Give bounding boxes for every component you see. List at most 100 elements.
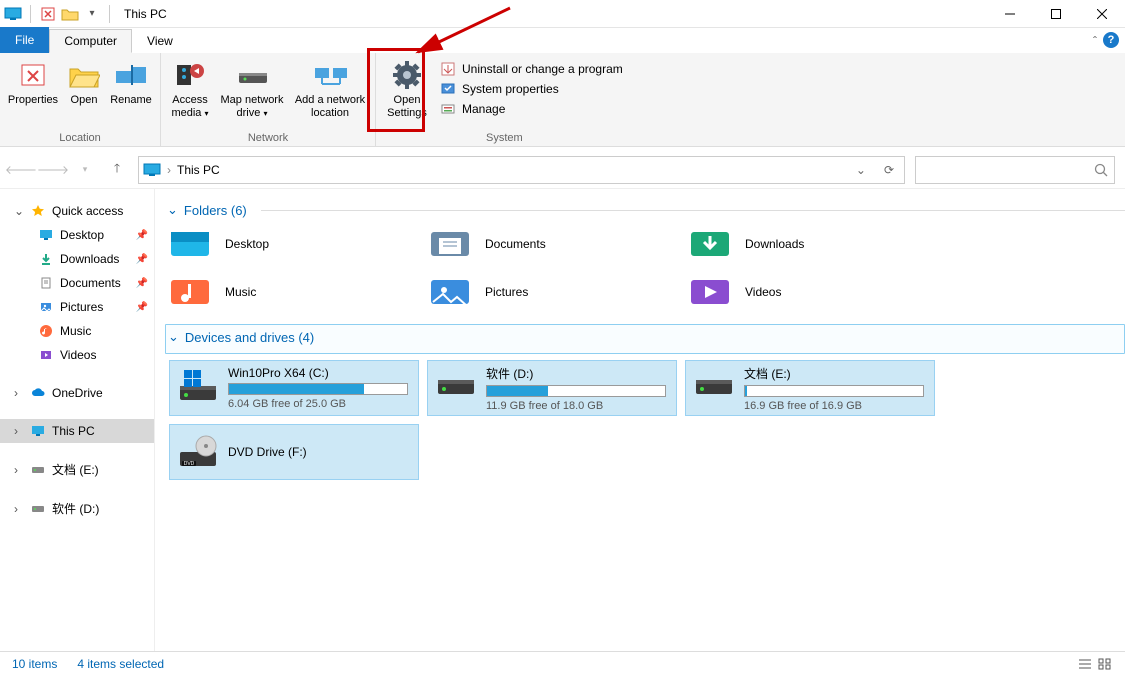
drive-icon: DVD (178, 434, 218, 470)
navigation-pane[interactable]: ⌄ Quick access Desktop 📌 Downloads 📌 Doc… (0, 189, 155, 651)
tab-file[interactable]: File (0, 27, 49, 53)
open-folder-icon (67, 59, 101, 91)
folder-item[interactable]: Documents (429, 226, 669, 262)
collapse-ribbon-icon[interactable]: ˆ (1093, 34, 1097, 48)
drive-name: 文档 (E:) (744, 365, 926, 382)
large-icons-view-button[interactable] (1097, 657, 1113, 671)
system-properties-icon (440, 81, 456, 97)
manage-button[interactable]: Manage (440, 101, 623, 117)
pin-icon: 📌 (136, 278, 148, 289)
folder-label: Desktop (225, 237, 269, 251)
drive-item[interactable]: 软件 (D:)11.9 GB free of 18.0 GB (427, 360, 677, 416)
map-drive-button[interactable]: Map network drive ▾ (215, 55, 289, 124)
ribbon-tabs: File Computer View ˆ ? (0, 28, 1125, 53)
drive-free-label: 6.04 GB free of 25.0 GB (228, 398, 410, 410)
drive-item[interactable]: DVDDVD Drive (F:) (169, 424, 419, 480)
chevron-down-icon[interactable]: ⌄ (168, 329, 179, 345)
pc-icon (143, 161, 161, 179)
drive-usage-bar (744, 385, 924, 397)
drive-item[interactable]: 文档 (E:) 16.9 GB free of 16.9 GB (685, 360, 935, 416)
open-button[interactable]: Open (62, 55, 106, 111)
sidebar-label: Videos (60, 348, 96, 362)
sidebar-item-this-pc[interactable]: › This PC (0, 419, 154, 443)
folder-qat-icon[interactable] (61, 5, 79, 23)
search-box[interactable] (915, 156, 1115, 184)
sidebar-item-pictures[interactable]: Pictures 📌 (0, 295, 154, 319)
folder-label: Documents (485, 237, 546, 251)
title-bar: ▾ This PC (0, 0, 1125, 28)
tab-computer[interactable]: Computer (49, 29, 132, 53)
cloud-icon (30, 385, 46, 401)
chevron-down-icon[interactable]: ⌄ (167, 202, 178, 218)
drive-item[interactable]: Win10Pro X64 (C:)6.04 GB free of 25.0 GB (169, 360, 419, 416)
pc-icon (4, 5, 22, 23)
history-dropdown[interactable]: ▾ (74, 159, 96, 181)
add-network-location-button[interactable]: Add a network location (289, 55, 371, 124)
maximize-button[interactable] (1033, 0, 1079, 28)
sidebar-label: Quick access (52, 204, 123, 218)
system-small-buttons: Uninstall or change a program System pro… (434, 55, 629, 124)
window-title: This PC (124, 7, 167, 21)
drive-free-label: 16.9 GB free of 16.9 GB (744, 400, 926, 412)
rename-button[interactable]: Rename (106, 55, 156, 111)
folder-icon (429, 226, 471, 262)
system-properties-button[interactable]: System properties (440, 81, 623, 97)
sidebar-item-onedrive[interactable]: › OneDrive (0, 381, 154, 405)
sidebar-label: This PC (52, 424, 95, 438)
close-button[interactable] (1079, 0, 1125, 28)
content-area: ⌄ Quick access Desktop 📌 Downloads 📌 Doc… (0, 189, 1125, 651)
folder-label: Downloads (745, 237, 804, 251)
sidebar-item-desktop[interactable]: Desktop 📌 (0, 223, 154, 247)
chevron-right-icon[interactable]: › (14, 502, 24, 516)
search-icon[interactable] (1094, 163, 1108, 177)
help-icon[interactable]: ? (1103, 32, 1119, 48)
folder-item[interactable]: Pictures (429, 274, 669, 310)
main-pane[interactable]: ⌄ Folders (6) Desktop Documents Downloads M… (155, 189, 1125, 651)
pin-icon: 📌 (136, 302, 148, 313)
breadcrumb[interactable]: This PC (177, 163, 220, 177)
tab-view[interactable]: View (132, 29, 188, 53)
folder-item[interactable]: Videos (689, 274, 929, 310)
search-input[interactable] (922, 163, 1094, 177)
sidebar-item-videos[interactable]: Videos (0, 343, 154, 367)
address-dropdown-icon[interactable]: ⌄ (850, 163, 872, 177)
up-button[interactable]: 🡑 (106, 159, 128, 181)
access-media-button[interactable]: Access media ▾ (165, 55, 215, 124)
chevron-right-icon[interactable]: › (14, 424, 24, 438)
manage-label: Manage (462, 102, 505, 116)
pin-icon: 📌 (136, 230, 148, 241)
sidebar-item-quick-access[interactable]: ⌄ Quick access (0, 199, 154, 223)
address-bar[interactable]: › This PC ⌄ ⟳ (138, 156, 905, 184)
properties-qat-icon[interactable] (39, 5, 57, 23)
drive-icon (178, 370, 218, 406)
forward-button[interactable]: 🡒 (42, 159, 64, 181)
sidebar-item-drive-d[interactable]: › 软件 (D:) (0, 496, 154, 521)
folder-item[interactable]: Desktop (169, 226, 409, 262)
refresh-icon[interactable]: ⟳ (878, 163, 900, 177)
chevron-right-icon[interactable]: › (14, 463, 24, 477)
section-folders-header[interactable]: ⌄ Folders (6) (165, 197, 1125, 226)
group-location: Properties Open Rename Location (0, 53, 161, 146)
details-view-button[interactable] (1077, 657, 1093, 671)
sidebar-item-downloads[interactable]: Downloads 📌 (0, 247, 154, 271)
chevron-right-icon[interactable]: › (14, 386, 24, 400)
uninstall-label: Uninstall or change a program (462, 62, 623, 76)
chevron-down-icon[interactable]: ⌄ (14, 204, 24, 218)
section-drives-header[interactable]: ⌄ Devices and drives (4) (165, 324, 1125, 354)
folder-label: Videos (745, 285, 781, 299)
sidebar-item-drive-e[interactable]: › 文档 (E:) (0, 457, 154, 482)
qat-dropdown-icon[interactable]: ▾ (83, 5, 101, 23)
back-button[interactable]: 🡐 (10, 159, 32, 181)
folder-item[interactable]: Downloads (689, 226, 929, 262)
folder-item[interactable]: Music (169, 274, 409, 310)
sidebar-item-documents[interactable]: Documents 📌 (0, 271, 154, 295)
properties-button[interactable]: Properties (4, 55, 62, 111)
system-properties-label: System properties (462, 82, 559, 96)
videos-icon (38, 347, 54, 363)
open-settings-button[interactable]: Open Settings (380, 55, 434, 124)
sidebar-item-music[interactable]: Music (0, 319, 154, 343)
minimize-button[interactable] (987, 0, 1033, 28)
sidebar-label: OneDrive (52, 386, 103, 400)
uninstall-button[interactable]: Uninstall or change a program (440, 61, 623, 77)
map-drive-label: Map network drive (221, 94, 284, 119)
